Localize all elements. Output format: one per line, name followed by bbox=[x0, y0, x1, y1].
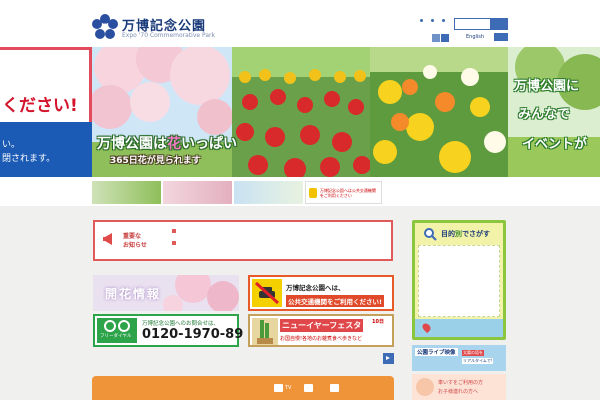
notice-headline: ください! bbox=[2, 96, 78, 116]
park-live-camera-banner[interactable]: 公園ライブ映像 太陽の塔を リアルタイムで! bbox=[412, 345, 506, 371]
purpose-title-suffix: でさがす bbox=[462, 230, 490, 238]
thumb-park[interactable] bbox=[92, 181, 161, 204]
live-tag2: リアルタイムで! bbox=[462, 358, 494, 364]
bottom-tab-1[interactable]: TV bbox=[285, 385, 291, 391]
slide-event-line2: みんなで bbox=[518, 107, 571, 122]
guide-line2: お子様連れの方へ bbox=[438, 389, 479, 395]
thumb-blossom[interactable] bbox=[163, 181, 232, 204]
free-dial-text: 万博記念公園へのお問合せは、 bbox=[142, 321, 220, 327]
live-tag1: 太陽の塔を bbox=[462, 350, 484, 356]
transit-line2: 公共交通機関をご利用ください! bbox=[286, 295, 384, 307]
tv-icon[interactable] bbox=[274, 384, 283, 392]
slide-event-line3: イベントが bbox=[522, 137, 588, 152]
hero-copy-prefix: 万博公園は bbox=[97, 136, 167, 152]
no-car-icon bbox=[252, 279, 282, 307]
purpose-title-highlight: 別 bbox=[455, 230, 462, 238]
hero-sub-copy: 365日花が見られます bbox=[110, 156, 201, 166]
header-nav-dots[interactable] bbox=[420, 19, 445, 22]
slide-event-line1: 万博公園に bbox=[514, 79, 580, 94]
thumb-transit-text: 万博記念公園へは公共交通機関をご利用ください bbox=[319, 187, 376, 198]
purpose-title-prefix: 目的 bbox=[441, 230, 455, 238]
page: 万博記念公園 Expo '70 Commemorative Park Engli… bbox=[0, 0, 600, 400]
search-input[interactable] bbox=[454, 18, 490, 30]
search-button[interactable] bbox=[490, 18, 508, 30]
news-label-line1: 重要な bbox=[123, 233, 142, 240]
kadomatsu-image bbox=[252, 318, 278, 345]
news-item-2[interactable] bbox=[172, 241, 176, 245]
blossom-info-banner[interactable]: 開花情報 bbox=[93, 275, 239, 311]
baby-image bbox=[416, 378, 434, 396]
purpose-list[interactable] bbox=[418, 245, 500, 317]
map-icon[interactable] bbox=[330, 384, 339, 392]
news-item-1[interactable] bbox=[172, 229, 176, 233]
accessibility-guide-banner[interactable]: 車いすをご利用の方 お子様連れの方へ bbox=[412, 374, 506, 400]
hero-slider[interactable]: ください! い。 閉されます。 万博公園は花いっぱい 365日花が見られます 万… bbox=[0, 47, 600, 177]
new-year-sub: お国自慢!各地のお雑煮食べ歩きなど bbox=[280, 336, 363, 342]
map-pin-icon bbox=[420, 321, 433, 334]
expo-flower-logo-icon[interactable] bbox=[92, 14, 118, 40]
free-dial-number[interactable]: 0120-1970-89 bbox=[142, 327, 243, 342]
thumb-transit[interactable]: 万博記念公園へは公共交通機関をご利用ください bbox=[305, 181, 382, 204]
hero-main-copy: 万博公園は花いっぱい bbox=[97, 133, 237, 153]
site-subtitle: Expo '70 Commemorative Park bbox=[122, 32, 215, 39]
notice-text-1: い。 bbox=[2, 140, 21, 150]
thumb-tower[interactable] bbox=[234, 181, 303, 204]
hero-copy-highlight: 花 bbox=[167, 136, 181, 152]
public-transit-banner[interactable]: 万博記念公園へは、 公共交通機関をご利用ください! bbox=[248, 275, 394, 311]
new-year-title: ニューイヤーフェスタ bbox=[280, 319, 364, 332]
news-label: 重要な お知らせ bbox=[123, 232, 147, 250]
blossom-info-title: 開花情報 bbox=[105, 287, 162, 301]
lang-switch-button[interactable] bbox=[494, 33, 508, 41]
new-year-date: 10日 bbox=[372, 319, 384, 325]
purpose-search-box: 目的別でさがす bbox=[412, 220, 506, 340]
magnifier-icon bbox=[424, 228, 437, 241]
clock-icon[interactable] bbox=[304, 384, 313, 392]
hero-copy-suffix: いっぱい bbox=[181, 136, 237, 152]
new-year-festa-banner[interactable]: ニューイヤーフェスタ 10日 お国自慢!各地のお雑煮食べ歩きなど bbox=[248, 314, 394, 347]
english-link[interactable]: English bbox=[466, 34, 484, 40]
slider-thumbnails: 万博記念公園へは公共交通機関をご利用ください bbox=[92, 181, 382, 204]
transit-line1: 万博記念公園へは、 bbox=[286, 284, 345, 292]
purpose-header: 目的別でさがす bbox=[415, 223, 503, 243]
font-size-large-button[interactable] bbox=[441, 34, 449, 42]
free-dial-icon: フリーダイヤル bbox=[97, 318, 137, 343]
notice-text-2: 閉されます。 bbox=[2, 154, 56, 164]
bottom-orange-tabs: TV bbox=[92, 376, 394, 400]
purpose-title: 目的別でさがす bbox=[441, 229, 490, 239]
play-arrow-icon[interactable] bbox=[383, 353, 394, 364]
free-dial-banner[interactable]: フリーダイヤル 万博記念公園へのお問合せは、 0120-1970-89 bbox=[93, 314, 243, 347]
important-news-box: 重要な お知らせ bbox=[93, 220, 393, 261]
news-label-line2: お知らせ bbox=[123, 242, 147, 249]
purpose-map-strip[interactable] bbox=[415, 319, 503, 337]
megaphone-icon bbox=[103, 233, 112, 245]
font-size-small-button[interactable] bbox=[432, 34, 440, 42]
live-title: 公園ライブ映像 bbox=[415, 348, 458, 356]
free-dial-label: フリーダイヤル bbox=[100, 334, 132, 339]
guide-line1: 車いすをご利用の方 bbox=[438, 380, 484, 386]
bus-icon bbox=[309, 187, 317, 198]
